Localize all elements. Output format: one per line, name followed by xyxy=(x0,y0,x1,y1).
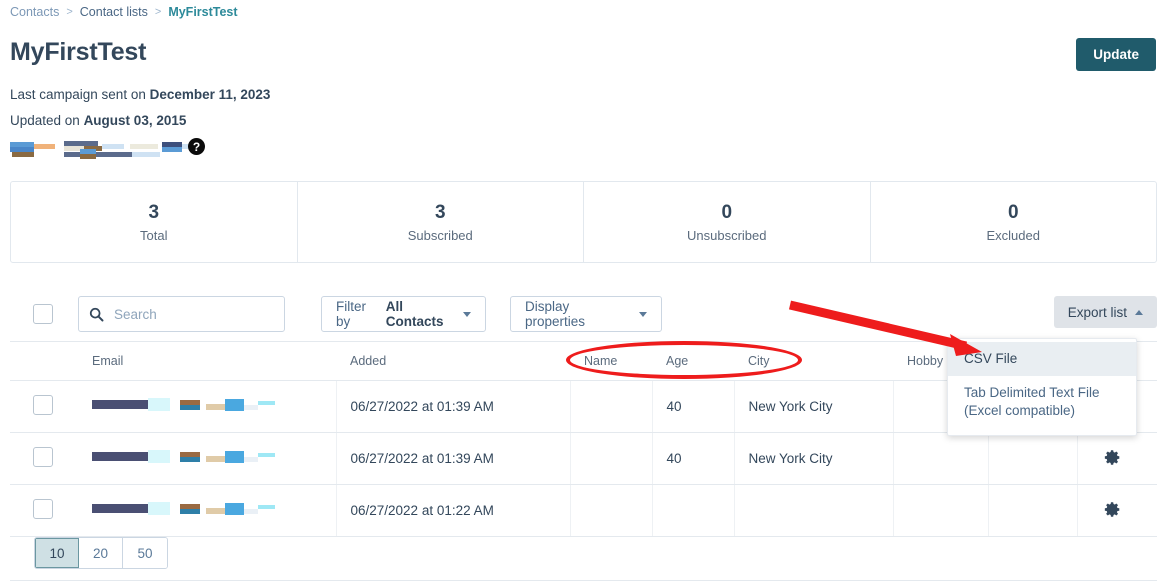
row-checkbox-cell[interactable] xyxy=(10,484,78,537)
stat-card-total: 3 Total xyxy=(11,182,298,262)
table-row[interactable]: 06/27/2022 at 01:39 AM 40 New York City xyxy=(10,432,1157,485)
breadcrumb-item-contact-lists[interactable]: Contact lists xyxy=(80,5,148,19)
table-row[interactable]: 06/27/2022 at 01:22 AM xyxy=(10,484,1157,537)
page-size-50[interactable]: 50 xyxy=(123,538,167,568)
cell-extra xyxy=(988,432,1078,485)
redacted-description xyxy=(10,140,200,159)
chevron-down-icon xyxy=(639,311,647,317)
column-header-city[interactable]: City xyxy=(734,342,893,381)
row-checkbox[interactable] xyxy=(33,395,53,415)
breadcrumb-separator-icon: > xyxy=(66,6,73,18)
page-title: MyFirstTest xyxy=(10,38,147,66)
cell-city: New York City xyxy=(734,432,894,485)
updated-prefix: Updated on xyxy=(10,113,84,128)
chevron-down-icon xyxy=(463,311,471,317)
stat-value: 0 xyxy=(1007,202,1019,224)
row-checkbox[interactable] xyxy=(33,499,53,519)
filter-prefix: Filter by xyxy=(336,299,366,329)
display-properties-button[interactable]: Display properties xyxy=(510,296,662,332)
cell-hobby xyxy=(893,432,989,485)
cell-hobby xyxy=(893,484,989,537)
cell-age: 40 xyxy=(652,380,735,433)
last-campaign-line: Last campaign sent on December 11, 2023 xyxy=(10,87,270,102)
cell-email xyxy=(78,380,337,433)
stats-summary: 3 Total 3 Subscribed 0 Unsubscribed 0 Ex… xyxy=(10,181,1157,263)
export-option-csv[interactable]: CSV File xyxy=(948,342,1136,377)
cell-name xyxy=(570,380,653,433)
cell-actions[interactable] xyxy=(1077,432,1157,485)
column-header-age[interactable]: Age xyxy=(652,342,734,381)
cell-added: 06/27/2022 at 01:39 AM xyxy=(336,380,571,433)
stat-label: Excluded xyxy=(986,227,1040,243)
export-list-button[interactable]: Export list xyxy=(1053,296,1157,328)
last-campaign-date: December 11, 2023 xyxy=(149,87,271,102)
page-size-20[interactable]: 20 xyxy=(79,538,123,568)
cell-email xyxy=(78,432,337,485)
stat-card-unsubscribed: 0 Unsubscribed xyxy=(584,182,871,262)
breadcrumb-separator-icon: > xyxy=(154,6,162,18)
column-header-select xyxy=(10,342,78,381)
stat-label: Subscribed xyxy=(407,227,473,243)
cell-email xyxy=(78,484,337,537)
stat-value: 3 xyxy=(434,202,446,224)
update-button[interactable]: Update xyxy=(1076,38,1156,71)
select-all-checkbox[interactable] xyxy=(33,304,53,324)
updated-date: August 03, 2015 xyxy=(83,113,187,128)
stat-value: 3 xyxy=(148,202,160,224)
cell-city xyxy=(734,484,894,537)
column-header-name[interactable]: Name xyxy=(570,342,652,381)
cell-age: 40 xyxy=(652,432,735,485)
breadcrumb: Contacts > Contact lists > MyFirstTest xyxy=(10,5,238,19)
stat-value: 0 xyxy=(721,202,733,224)
cell-extra xyxy=(988,484,1078,537)
cell-age xyxy=(652,484,735,537)
export-dropdown-menu: CSV File Tab Delimited Text File (Excel … xyxy=(947,338,1137,436)
row-checkbox-cell[interactable] xyxy=(10,432,78,485)
row-checkbox[interactable] xyxy=(33,447,53,467)
stat-label: Total xyxy=(140,227,168,243)
filter-by-button[interactable]: Filter by All Contacts xyxy=(321,296,486,332)
chevron-up-icon xyxy=(1135,309,1143,315)
export-option-tab-delimited[interactable]: Tab Delimited Text File (Excel compatibl… xyxy=(948,376,1136,428)
column-header-added[interactable]: Added xyxy=(336,342,570,381)
display-properties-label: Display properties xyxy=(525,299,586,329)
search-icon xyxy=(89,307,104,322)
pagination: 10 20 50 xyxy=(34,537,168,569)
bottom-divider xyxy=(10,580,1157,581)
stat-card-excluded: 0 Excluded xyxy=(871,182,1157,262)
export-list-label: Export list xyxy=(1067,304,1127,320)
updated-line: Updated on August 03, 2015 xyxy=(10,113,186,128)
cell-added: 06/27/2022 at 01:39 AM xyxy=(336,432,571,485)
stat-card-subscribed: 3 Subscribed xyxy=(298,182,584,262)
contact-list-page: Contacts > Contact lists > MyFirstTest M… xyxy=(0,0,1167,588)
column-header-email[interactable]: Email xyxy=(78,342,336,381)
cell-name xyxy=(570,484,653,537)
row-checkbox-cell[interactable] xyxy=(10,380,78,433)
gear-icon[interactable] xyxy=(1104,501,1121,518)
breadcrumb-item-contacts[interactable]: Contacts xyxy=(10,5,59,19)
search-box[interactable] xyxy=(78,296,285,332)
help-icon[interactable]: ? xyxy=(188,138,205,155)
cell-added: 06/27/2022 at 01:22 AM xyxy=(336,484,571,537)
cell-actions[interactable] xyxy=(1077,484,1157,537)
table-toolbar: Filter by All Contacts Display propertie… xyxy=(10,296,1157,332)
cell-city: New York City xyxy=(734,380,894,433)
cell-name xyxy=(570,432,653,485)
search-input[interactable] xyxy=(112,305,262,323)
breadcrumb-item-current: MyFirstTest xyxy=(168,5,238,19)
last-campaign-prefix: Last campaign sent on xyxy=(10,87,150,102)
stat-label: Unsubscribed xyxy=(687,227,767,243)
filter-value: All Contacts xyxy=(385,299,444,329)
gear-icon[interactable] xyxy=(1104,449,1121,466)
page-size-10[interactable]: 10 xyxy=(35,538,79,568)
